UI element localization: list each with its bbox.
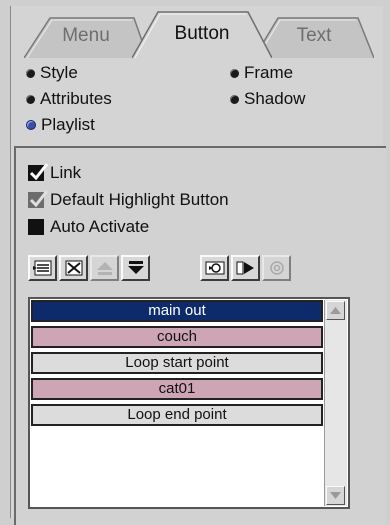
scroll-down-icon[interactable] xyxy=(326,486,345,505)
option-shadow-label: Shadow xyxy=(244,89,306,108)
play-icon[interactable] xyxy=(231,255,260,281)
tab-text[interactable]: Text xyxy=(254,16,374,58)
bullet-icon xyxy=(230,68,239,78)
playlist-list[interactable]: main out couch Loop start point cat01 Lo… xyxy=(28,297,350,509)
move-up-icon[interactable] xyxy=(90,255,119,281)
tab-menu[interactable]: Menu xyxy=(24,16,148,58)
tab-button[interactable]: Button xyxy=(132,10,272,58)
default-highlight-label: Default Highlight Button xyxy=(50,190,229,209)
tab-text-label: Text xyxy=(296,25,332,46)
tab-bar: Menu Text Button xyxy=(10,6,382,58)
checkbox-checked-disabled-icon xyxy=(28,190,49,208)
auto-activate-checkbox[interactable]: Auto Activate xyxy=(28,217,149,237)
vertical-scrollbar[interactable] xyxy=(324,300,347,506)
option-attributes-label: Attributes xyxy=(40,89,112,108)
bullet-icon xyxy=(26,94,35,104)
list-item[interactable]: main out xyxy=(31,300,323,322)
list-item[interactable]: Loop start point xyxy=(31,352,323,374)
option-style[interactable]: Style xyxy=(26,63,78,83)
refresh-icon[interactable] xyxy=(200,255,229,281)
move-down-icon[interactable] xyxy=(121,255,150,281)
tab-button-label: Button xyxy=(174,23,230,44)
tab-menu-label: Menu xyxy=(62,25,110,46)
link-checkbox[interactable]: Link xyxy=(28,163,81,183)
option-frame-label: Frame xyxy=(244,63,294,82)
option-playlist-label: Playlist xyxy=(41,115,95,134)
checkbox-unchecked-icon xyxy=(28,219,44,235)
list-item[interactable]: cat01 xyxy=(31,378,323,400)
option-shadow[interactable]: Shadow xyxy=(230,89,305,109)
playlist-rows: main out couch Loop start point cat01 Lo… xyxy=(31,300,323,430)
option-style-label: Style xyxy=(40,63,78,82)
option-attributes[interactable]: Attributes xyxy=(26,89,112,109)
option-playlist[interactable]: Playlist xyxy=(26,115,95,135)
option-frame[interactable]: Frame xyxy=(230,63,293,83)
selected-bullet-icon xyxy=(26,120,36,130)
auto-activate-label: Auto Activate xyxy=(50,217,150,236)
default-highlight-checkbox[interactable]: Default Highlight Button xyxy=(28,190,229,210)
scroll-up-icon[interactable] xyxy=(326,301,345,320)
list-item[interactable]: Loop end point xyxy=(31,404,323,426)
checkbox-checked-icon xyxy=(28,163,49,181)
insert-item-icon[interactable] xyxy=(28,255,57,281)
list-item[interactable]: couch xyxy=(31,326,323,348)
delete-item-icon[interactable] xyxy=(59,255,88,281)
bullet-icon xyxy=(26,68,35,78)
link-label: Link xyxy=(50,163,82,182)
loop-icon[interactable] xyxy=(262,255,291,281)
bullet-icon xyxy=(230,94,239,104)
